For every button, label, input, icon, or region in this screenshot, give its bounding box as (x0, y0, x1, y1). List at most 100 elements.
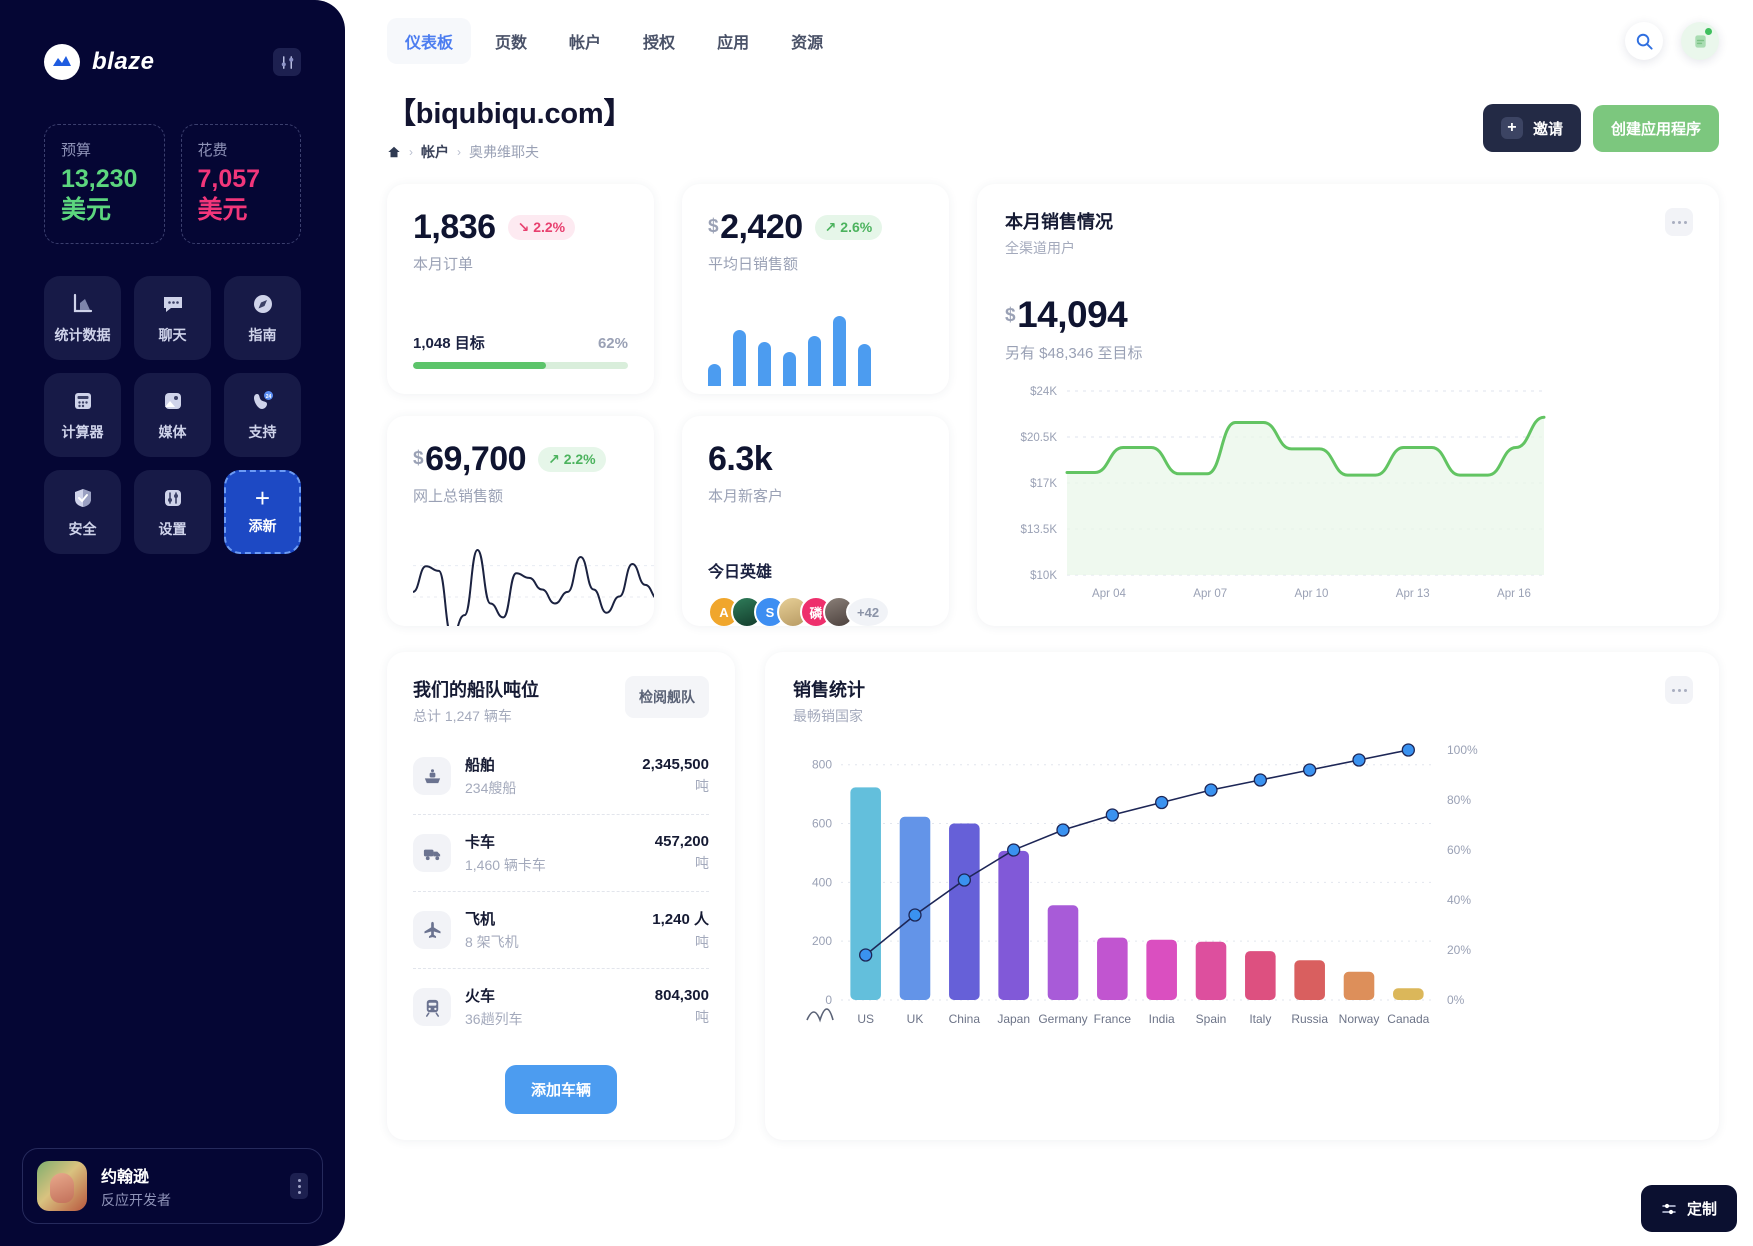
fleet-row-unit: 吨 (695, 934, 709, 950)
add-vehicle-button[interactable]: 添加车辆 (504, 1065, 617, 1114)
sidebar-tile-stats[interactable]: 统计数据 (44, 275, 121, 360)
svg-text:$20.5K: $20.5K (1021, 432, 1058, 444)
settings-icon (160, 485, 186, 511)
online-total-delta: 2.2% (563, 451, 596, 467)
budget-label: 预算 (61, 142, 92, 159)
online-total-value: $69,700 (413, 440, 527, 479)
sidebar-tile-label: 设置 (158, 520, 187, 537)
sliders-icon (1661, 1201, 1677, 1217)
customize-label: 定制 (1686, 1201, 1717, 1218)
avatar-more-count[interactable]: +42 (846, 596, 891, 626)
svg-text:80%: 80% (1447, 793, 1471, 807)
spark-bar (808, 336, 821, 386)
breadcrumb-accounts[interactable]: 帐户 (421, 142, 449, 162)
fleet-row-value: 804,300 (654, 987, 709, 1004)
svg-text:Italy: Italy (1249, 1012, 1271, 1026)
avg-daily-headline: $2,420 ↗ 2.6% (708, 208, 923, 247)
table-row[interactable]: 飞机 8 架飞机 1,240 人 吨 (413, 891, 709, 968)
svg-text:France: France (1094, 1012, 1132, 1026)
svg-text:800: 800 (812, 758, 832, 772)
orders-delta-badge: ↘ 2.2% (507, 215, 576, 240)
kpi-row-2: $69,700 ↗ 2.2% 网上总销售额 6.3k 本月新客户 今日英雄 A (387, 416, 949, 626)
home-icon[interactable] (387, 145, 401, 159)
tab-accounts[interactable]: 帐户 (551, 18, 619, 64)
online-total-headline: $69,700 ↗ 2.2% (413, 440, 628, 479)
svg-text:Apr 10: Apr 10 (1295, 588, 1329, 600)
invite-button[interactable]: + 邀请 (1482, 104, 1581, 152)
table-row[interactable]: 火车 36趟列车 804,300 吨 (413, 968, 709, 1045)
online-total-number: 69,700 (425, 440, 527, 478)
create-app-button[interactable]: 创建应用程序 (1592, 104, 1719, 152)
sidebar-tile-add[interactable]: + 添新 (224, 469, 301, 554)
sales-stats-subtitle: 最畅销国家 (793, 708, 863, 724)
image-icon (160, 388, 186, 414)
tab-dashboard[interactable]: 仪表板 (387, 18, 472, 64)
heroes-title: 今日英雄 (708, 564, 773, 581)
more-icon[interactable] (1665, 208, 1693, 236)
svg-text:US: US (857, 1012, 874, 1026)
profile-menu-icon[interactable] (290, 1173, 308, 1199)
fleet-header: 我们的船队吨位 总计 1,247 辆车 检阅舰队 (413, 676, 709, 726)
svg-text:Germany: Germany (1038, 1012, 1087, 1026)
tab-authorization[interactable]: 授权 (625, 18, 693, 64)
tab-pages[interactable]: 页数 (477, 18, 545, 64)
svg-text:200: 200 (812, 934, 832, 948)
monthly-sales-value: $14,094 (1005, 294, 1691, 336)
more-icon[interactable] (1665, 676, 1693, 704)
sidebar-tile-calculator[interactable]: 计算器 (44, 372, 121, 457)
kpi-right-column: 本月销售情况 全渠道用户 $14,094 另有 $48,346 至目标 $24K… (977, 184, 1719, 626)
spark-bar (833, 316, 846, 386)
svg-text:India: India (1149, 1012, 1175, 1026)
sidebar-tile-support[interactable]: 24 支持 (224, 372, 301, 457)
monthly-sales-number: 14,094 (1017, 294, 1128, 335)
sidebar-tile-label: 指南 (248, 326, 277, 343)
new-customers-value: 6.3k (708, 440, 773, 478)
search-icon[interactable] (1625, 22, 1663, 60)
sidebar-tile-security[interactable]: 安全 (44, 469, 121, 554)
ship-icon (413, 757, 451, 795)
tab-resources[interactable]: 资源 (773, 18, 841, 64)
sidebar-tile-settings[interactable]: 设置 (134, 469, 211, 554)
avg-daily-card: $2,420 ↗ 2.6% 平均日销售额 (682, 184, 949, 394)
phone-24-icon: 24 (250, 388, 276, 414)
sidebar-header: blaze (22, 28, 323, 80)
table-row[interactable]: 卡车 1,460 辆卡车 457,200 吨 (413, 814, 709, 891)
monthly-sales-area-chart: $24K $20.5K $17K $13.5K $10K Apr 04 Apr 07 Apr … (1005, 379, 1691, 609)
fleet-row-unit: 吨 (695, 1009, 709, 1025)
fleet-row-value: 1,240 人 (652, 911, 709, 928)
sidebar-tile-chat[interactable]: 聊天 (134, 275, 211, 360)
svg-text:600: 600 (812, 817, 832, 831)
orders-delta: 2.2% (533, 219, 566, 235)
table-row[interactable]: 船舶 234艘船 2,345,500 吨 (413, 738, 709, 814)
review-fleet-button[interactable]: 检阅舰队 (625, 676, 709, 718)
orders-value: 1,836 (413, 208, 496, 246)
top-bar: 仪表板 页数 帐户 授权 应用 资源 (387, 18, 1719, 64)
invite-label: 邀请 (1532, 120, 1563, 138)
sidebar-tile-label: 安全 (68, 520, 97, 537)
svg-text:Russia: Russia (1291, 1012, 1328, 1026)
sliders-icon[interactable] (273, 48, 301, 76)
sidebar-tile-media[interactable]: 媒体 (134, 372, 211, 457)
brand[interactable]: blaze (44, 44, 155, 80)
currency-symbol: $ (413, 448, 424, 469)
sidebar-stats: 预算 13,230 美元 花费 7,057 美元 (22, 80, 323, 244)
chat-icon (160, 291, 186, 317)
avg-daily-delta-badge: ↗ 2.6% (814, 215, 883, 240)
shield-icon (70, 485, 96, 511)
avg-daily-label: 平均日销售额 (708, 256, 799, 273)
customize-button[interactable]: 定制 (1640, 1185, 1737, 1232)
new-customers-card: 6.3k 本月新客户 今日英雄 A S 磷 +42 (682, 416, 949, 626)
orders-goal-label: 1,048 目标 (413, 335, 485, 352)
online-total-card: $69,700 ↗ 2.2% 网上总销售额 (387, 416, 654, 626)
sidebar-tile-label: 媒体 (158, 423, 187, 440)
tab-apps[interactable]: 应用 (699, 18, 767, 64)
sales-stats-pareto-chart: 0 200 400 600 800 0% 20% 40% 60% 80% 100% US UK China… (793, 736, 1691, 1036)
dashboard-app: blaze 预算 13,230 美元 花费 7,057 美元 统计数据 聊天 指… (0, 0, 1753, 1246)
orders-goal-percent: 62% (597, 335, 628, 352)
note-icon[interactable] (1681, 22, 1719, 60)
user-profile-card[interactable]: 约翰逊 反应开发者 (22, 1148, 323, 1224)
profile-role: 反应开发者 (101, 1191, 171, 1208)
breadcrumb-current: 奥弗维耶夫 (469, 144, 539, 160)
spark-bar (783, 352, 796, 386)
sidebar-tile-guide[interactable]: 指南 (224, 275, 301, 360)
